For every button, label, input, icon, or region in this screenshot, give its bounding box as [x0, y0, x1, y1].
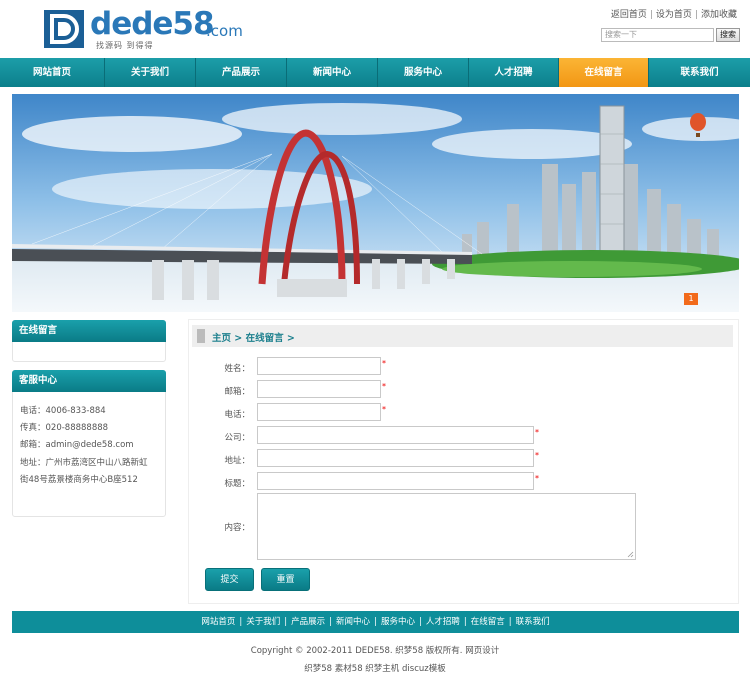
footer-link-home[interactable]: 网站首页 — [201, 617, 235, 627]
submit-button[interactable]: 提交 — [205, 568, 254, 591]
email-field[interactable] — [257, 380, 381, 398]
footer-extra-links[interactable]: 织梦58 素材58 织梦主机 discuz模板 — [0, 662, 750, 674]
sidebar-title-service: 客服中心 — [12, 370, 166, 392]
footer-link-guestbook[interactable]: 在线留言 — [471, 617, 505, 627]
logo-suffix: .com — [206, 22, 243, 40]
copyright: Copyright © 2002-2011 DEDE58. 织梦58 版权所有.… — [250, 646, 500, 656]
nav-home[interactable]: 网站首页 — [0, 58, 105, 87]
contact-email: 邮箱：admin@dede58.com — [20, 440, 134, 450]
contact-address-2: 街48号荔景楼商务中心B座512 — [20, 475, 138, 485]
banner-illustration — [12, 94, 739, 312]
breadcrumb-marker — [197, 329, 205, 343]
phone-field[interactable] — [257, 403, 381, 421]
company-field[interactable] — [257, 426, 534, 444]
link-set-homepage[interactable]: 设为首页 — [656, 10, 692, 20]
contact-phone: 电话：4006-833-884 — [20, 406, 106, 416]
label-subject: 标题： — [224, 479, 250, 489]
nav-contact[interactable]: 联系我们 — [649, 58, 750, 87]
link-home[interactable]: 返回首页 — [611, 10, 647, 20]
main-nav: 网站首页 关于我们 产品展示 新闻中心 服务中心 人才招聘 在线留言 联系我们 — [0, 58, 750, 87]
label-content: 内容： — [224, 523, 250, 533]
required-mark: * — [382, 359, 386, 368]
subject-field[interactable] — [257, 472, 534, 490]
footer-link-contact[interactable]: 联系我们 — [516, 617, 550, 627]
logo-slogan: 找源码 到得得 — [96, 41, 154, 50]
label-name: 姓名： — [224, 364, 250, 374]
contact-fax: 传真：020-88888888 — [20, 423, 109, 433]
search-button[interactable]: 搜索 — [716, 28, 740, 42]
footer-link-about[interactable]: 关于我们 — [246, 617, 280, 627]
footer-link-news[interactable]: 新闻中心 — [336, 617, 370, 627]
sidebar-title-guestbook: 在线留言 — [12, 320, 166, 342]
label-company: 公司： — [224, 433, 250, 443]
link-add-favorite[interactable]: 添加收藏 — [701, 10, 737, 20]
required-mark: * — [382, 405, 386, 414]
reset-button[interactable]: 重置 — [261, 568, 310, 591]
nav-products[interactable]: 产品展示 — [196, 58, 287, 87]
footer-link-services[interactable]: 服务中心 — [381, 617, 415, 627]
contact-address-1: 地址：广州市荔湾区中山八路新虹 — [20, 458, 148, 468]
footer-links: 网站首页 | 关于我们 | 产品展示 | 新闻中心 | 服务中心 | 人才招聘 | 在线留言 | 联系我们 — [201, 617, 550, 627]
footer-link-products[interactable]: 产品展示 — [291, 617, 325, 627]
nav-guestbook[interactable]: 在线留言 — [559, 58, 649, 87]
nav-jobs[interactable]: 人才招聘 — [469, 58, 559, 87]
required-mark: * — [382, 382, 386, 391]
required-mark: * — [535, 428, 539, 437]
resize-handle-icon[interactable] — [627, 551, 634, 558]
breadcrumb[interactable]: 主页 > 在线留言 > — [212, 330, 295, 344]
required-mark: * — [535, 474, 539, 483]
slide-indicator[interactable]: 1 — [684, 293, 698, 305]
banner-image — [12, 94, 739, 312]
content-textarea[interactable] — [257, 493, 636, 560]
footer-link-jobs[interactable]: 人才招聘 — [426, 617, 460, 627]
nav-news[interactable]: 新闻中心 — [287, 58, 378, 87]
search-input[interactable]: 搜索一下 — [601, 28, 714, 42]
required-mark: * — [535, 451, 539, 460]
label-email: 邮箱： — [224, 387, 250, 397]
nav-services[interactable]: 服务中心 — [378, 58, 469, 87]
top-links: 返回首页 | 设为首页 | 添加收藏 — [610, 10, 737, 20]
label-address: 地址： — [224, 456, 250, 466]
address-field[interactable] — [257, 449, 534, 467]
name-field[interactable] — [257, 357, 381, 375]
nav-about[interactable]: 关于我们 — [105, 58, 196, 87]
logo-text: dede58 — [90, 6, 215, 42]
label-phone: 电话： — [224, 410, 250, 420]
